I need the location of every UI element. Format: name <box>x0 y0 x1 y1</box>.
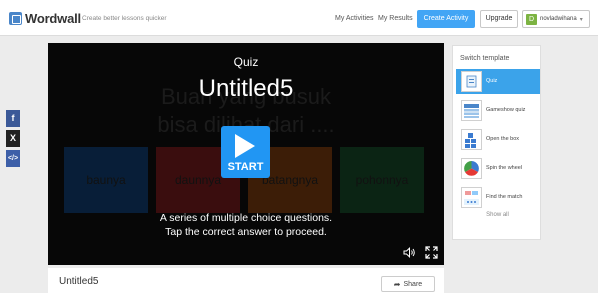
switch-template-title: Switch template <box>460 55 510 62</box>
fullscreen-icon[interactable] <box>425 246 438 259</box>
activity-title: Untitled5 <box>198 75 294 102</box>
wordwall-logo-icon <box>9 12 22 25</box>
template-option-spin-the-wheel[interactable]: Spin the wheel <box>456 156 540 181</box>
logo-text: Wordwall <box>25 11 81 26</box>
sound-icon[interactable] <box>403 247 416 258</box>
open-the-box-icon <box>461 129 482 150</box>
template-option-find-the-match[interactable]: Find the match <box>456 185 540 210</box>
tagline: Create better lessons quicker <box>82 15 167 22</box>
template-option-quiz[interactable]: Quiz <box>456 69 540 94</box>
start-button[interactable]: START <box>221 126 270 178</box>
share-button[interactable]: ➦ Share <box>381 276 435 292</box>
play-icon <box>235 134 255 158</box>
template-option-gameshow-quiz[interactable]: Gameshow quiz <box>456 98 540 123</box>
spin-the-wheel-icon <box>461 158 482 179</box>
x-share-button[interactable]: X <box>6 130 20 147</box>
template-option-label: Gameshow quiz <box>486 107 526 113</box>
template-option-open-the-box[interactable]: Open the box <box>456 127 540 152</box>
template-option-label: Spin the wheel <box>486 165 523 171</box>
activity-description: A series of multiple choice questions. T… <box>48 211 444 239</box>
quiz-icon <box>461 71 482 92</box>
template-label: Quiz <box>233 55 259 69</box>
top-header: Wordwall Create better lessons quicker M… <box>0 0 598 36</box>
chevron-down-icon: ▾ <box>579 16 583 23</box>
embed-button[interactable]: </> <box>6 150 20 167</box>
template-option-label: Find the match <box>486 194 523 200</box>
show-all-link[interactable]: Show all <box>453 212 542 218</box>
description-line: A series of multiple choice questions. <box>159 212 333 224</box>
facebook-share-button[interactable]: f <box>6 110 20 127</box>
description-line: Tap the correct answer to proceed. <box>165 226 327 238</box>
activity-info-card: Untitled5 ➦ Share <box>48 268 444 293</box>
gameshow-quiz-icon <box>461 100 482 121</box>
switch-template-panel: Switch template Quiz Gameshow quiz Open … <box>452 45 541 240</box>
find-the-match-icon <box>461 187 482 208</box>
my-activities-link[interactable]: My Activities <box>335 15 374 22</box>
activity-name: Untitled5 <box>59 276 99 287</box>
activity-player: Buah yang busuk bisa dilihat dari .... b… <box>48 43 444 265</box>
share-label: Share <box>403 280 423 288</box>
user-name: novladwihana <box>540 16 577 22</box>
start-label: START <box>227 161 264 173</box>
my-results-link[interactable]: My Results <box>378 15 413 22</box>
upgrade-button[interactable]: Upgrade <box>480 10 518 28</box>
avatar: D <box>526 13 537 25</box>
share-icon: ➦ <box>393 279 401 289</box>
create-activity-button[interactable]: Create Activity <box>417 10 475 28</box>
wordwall-logo[interactable]: Wordwall <box>9 11 81 26</box>
user-menu[interactable]: D novladwihana ▾ <box>522 10 590 28</box>
template-option-label: Quiz <box>486 78 498 84</box>
template-option-label: Open the box <box>486 136 520 142</box>
